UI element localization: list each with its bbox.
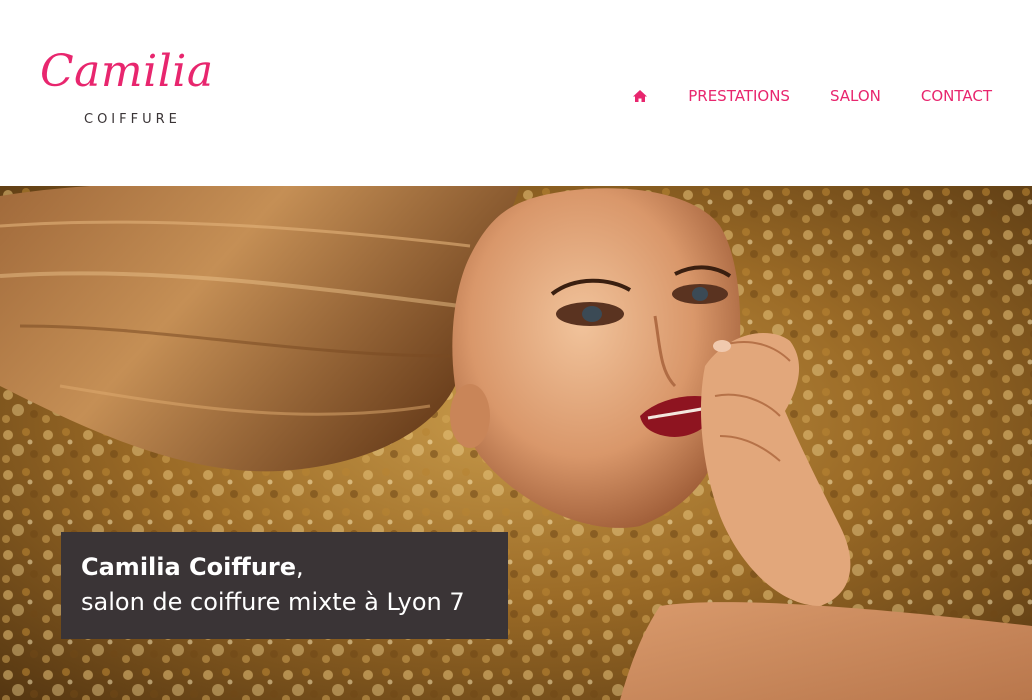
logo-script-text: Camilia (40, 46, 214, 97)
logo[interactable]: Camilia COIFFURE (40, 42, 240, 134)
main-nav: PRESTATIONS SALON CONTACT (632, 84, 992, 108)
site-header: Camilia COIFFURE PRESTATIONS SALON CONTA… (0, 0, 1032, 186)
hero-title-line: Camilia Coiffure, (81, 550, 488, 584)
hero-title: Camilia Coiffure (81, 553, 297, 581)
hero-title-suffix: , (296, 553, 304, 581)
nav-link-contact[interactable]: CONTACT (921, 84, 992, 108)
nav-link-prestations[interactable]: PRESTATIONS (688, 84, 790, 108)
logo-tagline: COIFFURE (84, 112, 181, 127)
hero-caption: Camilia Coiffure, salon de coiffure mixt… (61, 532, 508, 639)
hero-banner: Camilia Coiffure, salon de coiffure mixt… (0, 186, 1032, 700)
hero-subtitle: salon de coiffure mixte à Lyon 7 (81, 588, 465, 616)
home-icon (633, 90, 648, 102)
nav-home-link[interactable] (632, 84, 648, 108)
nav-link-salon[interactable]: SALON (830, 84, 881, 108)
